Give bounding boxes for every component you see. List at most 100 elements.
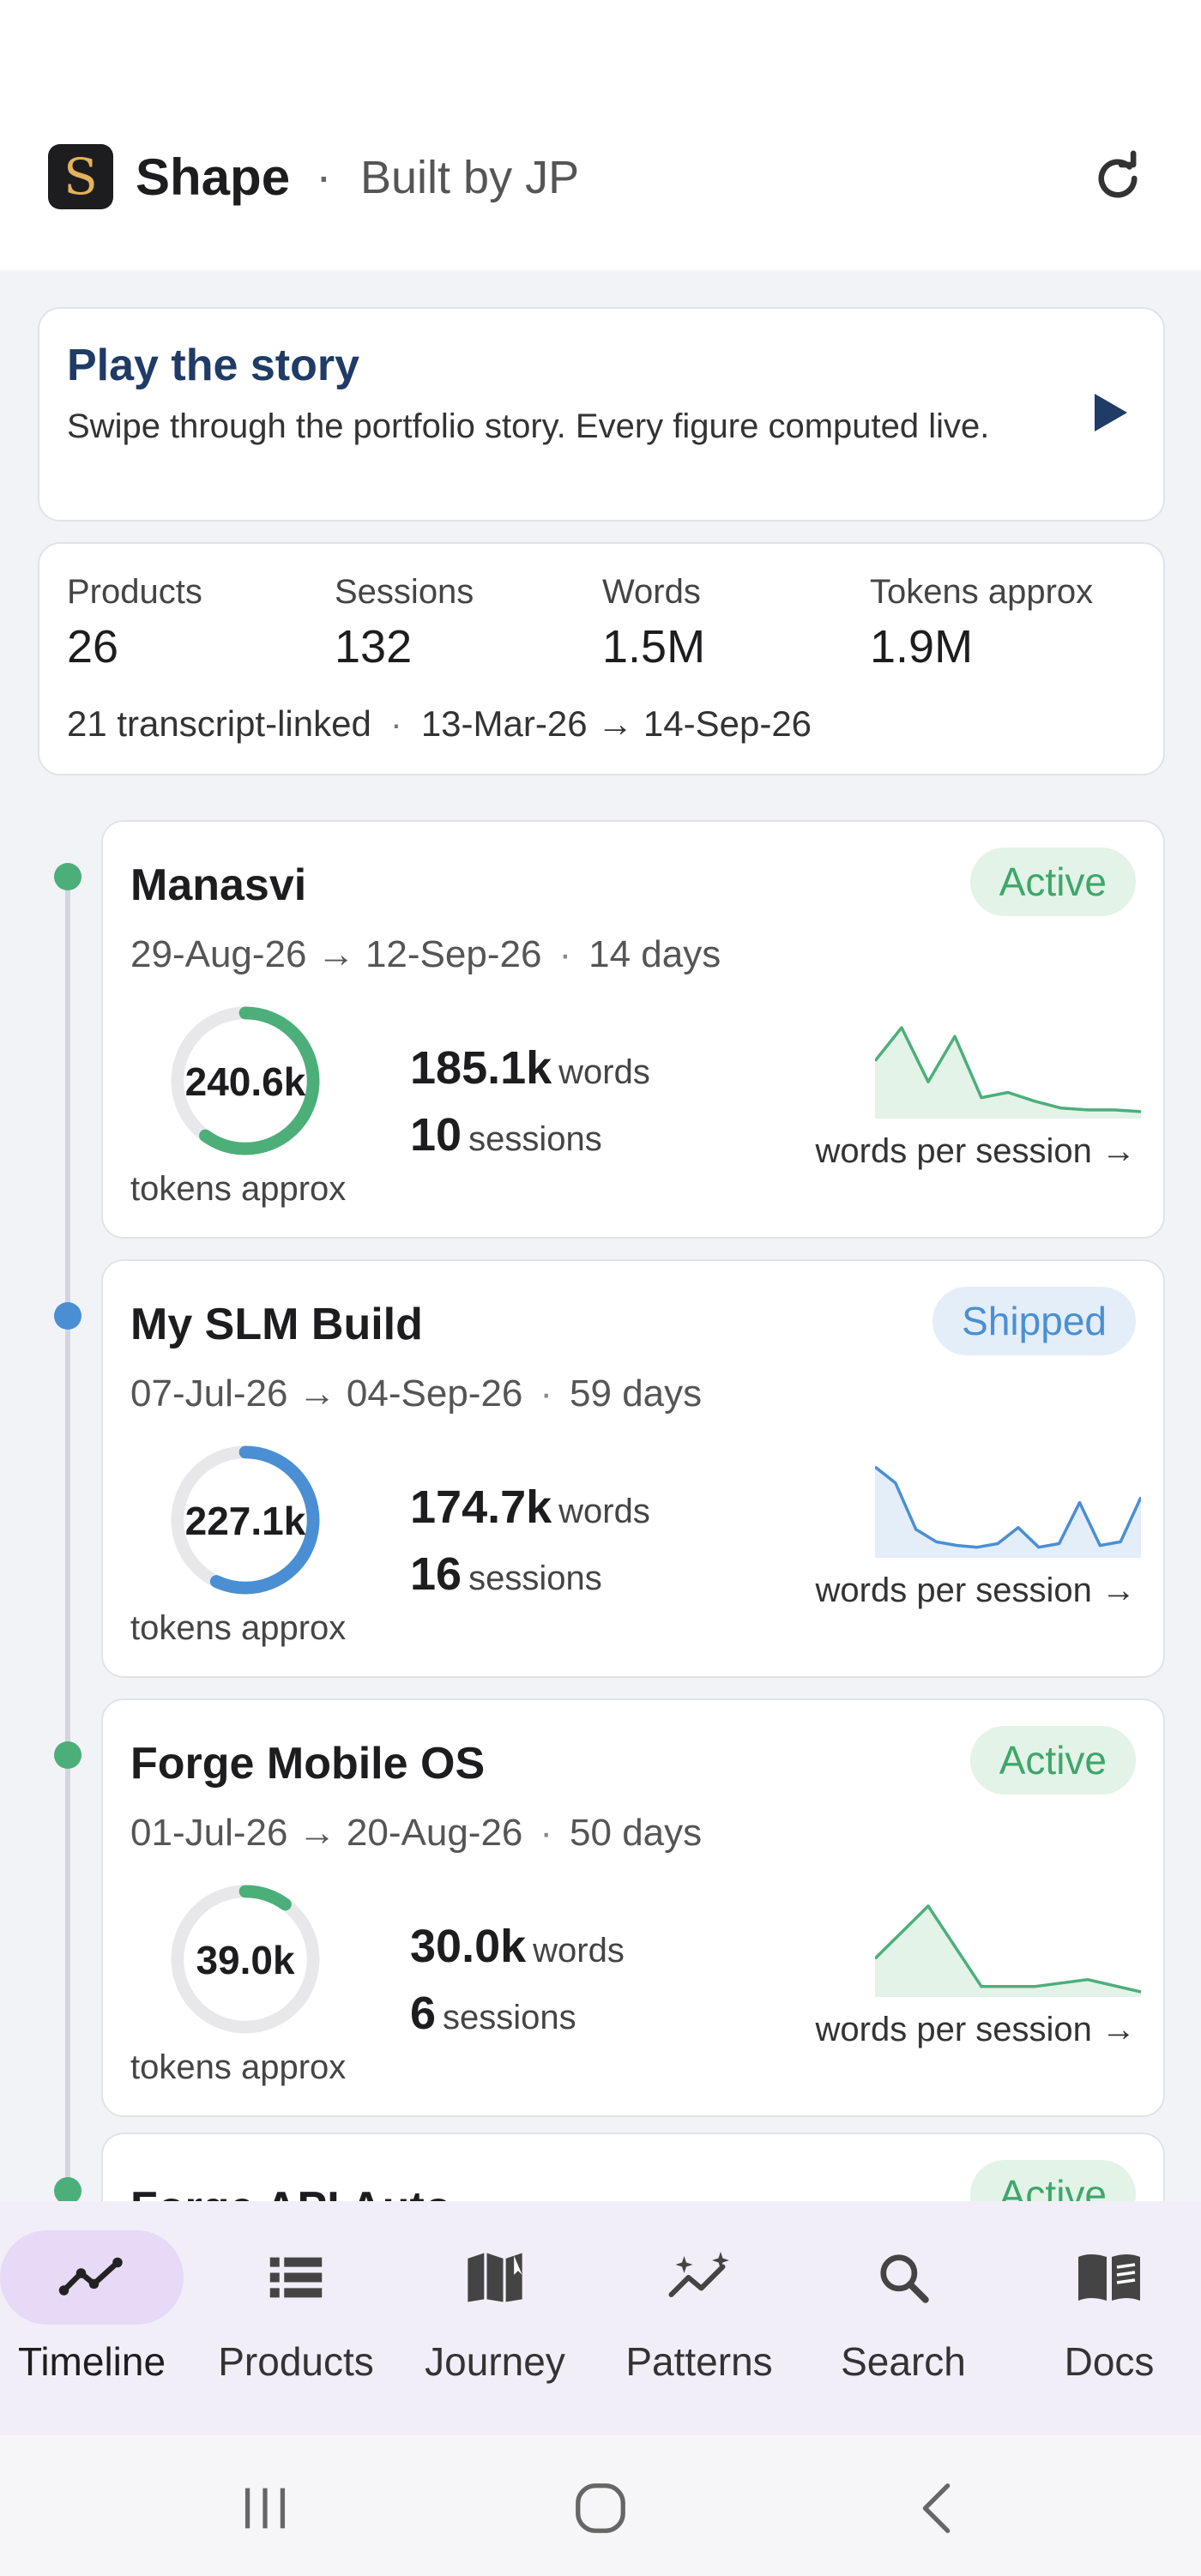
words-unit: words <box>558 1493 650 1530</box>
timeline-line <box>65 877 70 2203</box>
back-icon[interactable] <box>908 2478 968 2538</box>
app-bar: S Shape · Built by JP <box>0 0 1201 270</box>
stat-sessions-label: Sessions <box>335 573 474 611</box>
sessions-value: 6 <box>410 1988 437 2039</box>
title-separator: · <box>316 148 332 202</box>
sessions-unit: sessions <box>468 1559 602 1597</box>
sessions-metric: 6 sessions <box>410 1987 576 2040</box>
book-icon <box>1078 2254 1140 2301</box>
timeline-dot <box>54 1302 81 1330</box>
stat-products-value: 26 <box>67 621 119 673</box>
nav-journey[interactable]: Journey <box>403 2230 587 2402</box>
nav-docs-label: Docs <box>1064 2339 1155 2384</box>
trend-line-icon <box>58 2257 123 2295</box>
sessions-metric: 16 sessions <box>410 1547 602 1601</box>
sparkline-area <box>875 1028 1141 1119</box>
nav-timeline[interactable]: Timeline <box>0 2230 184 2402</box>
transcript-linked-count: 21 transcript-linked <box>67 703 371 744</box>
date-separator: · <box>540 1812 553 1854</box>
nav-docs[interactable]: Docs <box>1017 2230 1201 2402</box>
stat-sessions-value: 132 <box>335 621 413 673</box>
story-description: Swipe through the portfolio story. Every… <box>67 407 990 445</box>
words-value: 185.1k <box>410 1042 552 1094</box>
project-title: Manasvi <box>130 860 307 910</box>
stat-products-label: Products <box>67 573 202 611</box>
footer-separator: · <box>389 703 402 744</box>
project-dates: 07-Jul-26 → 04-Sep-26 · 59 days <box>130 1372 702 1415</box>
date-separator: · <box>540 1372 553 1415</box>
project-card[interactable]: My SLM Build Shipped 07-Jul-26 → 04-Sep-26… <box>101 1259 1165 1678</box>
nav-products-label: Products <box>218 2339 374 2384</box>
overall-date-range: 13-Mar-26 → 14-Sep-26 <box>420 703 812 744</box>
stat-tokens: Tokens approx 1.9M <box>870 573 1093 673</box>
stats-footer: 21 transcript-linked · 13-Mar-26 → 14-Sep-… <box>67 703 812 745</box>
stat-sessions: Sessions 132 <box>335 573 474 673</box>
words-metric: 185.1k words <box>410 1041 650 1095</box>
tokens-label: tokens approx <box>130 2048 347 2086</box>
nav-products-pill <box>204 2230 388 2325</box>
recents-icon[interactable] <box>235 2478 295 2538</box>
nav-search[interactable]: Search <box>812 2230 995 2402</box>
stat-words-value: 1.5M <box>602 621 706 673</box>
stat-products: Products 26 <box>67 573 202 673</box>
project-card[interactable]: Forge Mobile OS Active 01-Jul-26 → 20-Aug-… <box>101 1698 1165 2117</box>
date-arrow: → <box>298 1812 336 1854</box>
sparkle-trend-icon <box>668 2252 729 2297</box>
nav-patterns[interactable]: Patterns <box>607 2230 791 2402</box>
play-story-card[interactable]: Play the story Swipe through the portfol… <box>38 307 1165 522</box>
status-badge: Active <box>969 848 1136 916</box>
date-separator: · <box>558 933 572 975</box>
stat-tokens-value: 1.9M <box>870 621 974 673</box>
words-metric: 174.7k words <box>410 1481 650 1534</box>
nav-docs-pill <box>1017 2230 1201 2325</box>
project-dates: 29-Aug-26 → 12-Sep-26 · 14 days <box>130 933 721 976</box>
project-title: Forge Mobile OS <box>130 1739 486 1789</box>
system-navigation-bar <box>0 2435 1201 2576</box>
start-date: 01-Jul-26 <box>130 1812 288 1854</box>
project-card[interactable]: Manasvi Active 29-Aug-26 → 12-Sep-26 · 14 da… <box>101 820 1165 1239</box>
words-unit: words <box>533 1932 625 1970</box>
sessions-metric: 10 sessions <box>410 1108 602 1161</box>
tokens-value: 227.1k <box>184 1499 306 1543</box>
project-title: My SLM Build <box>130 1300 423 1349</box>
words-per-session-sparkline[interactable] <box>875 1903 1141 1997</box>
refresh-icon[interactable] <box>1089 150 1146 207</box>
date-arrow: → <box>298 1372 336 1415</box>
date-arrow: → <box>317 933 355 975</box>
search-icon <box>880 2254 929 2303</box>
status-badge: Active <box>969 1726 1136 1795</box>
app-logo: S <box>48 144 113 209</box>
end-date: 04-Sep-26 <box>346 1372 523 1415</box>
nav-search-label: Search <box>841 2339 966 2384</box>
end-date: 12-Sep-26 <box>365 933 542 975</box>
words-metric: 30.0k words <box>410 1920 625 1973</box>
app-logo-letter: S <box>63 148 98 206</box>
start-date: 07-Jul-26 <box>130 1372 288 1415</box>
start-date: 29-Aug-26 <box>130 933 307 975</box>
duration: 50 days <box>570 1812 703 1854</box>
stat-words-label: Words <box>602 573 701 611</box>
tokens-label: tokens approx <box>130 1170 347 1208</box>
nav-products[interactable]: Products <box>204 2230 388 2402</box>
stat-words: Words 1.5M <box>602 573 705 673</box>
bottom-navigation: Timeline Products Journey Patterns Searc… <box>0 2201 1201 2435</box>
nav-timeline-label: Timeline <box>17 2339 166 2384</box>
status-badge: Shipped <box>932 1287 1136 1355</box>
words-per-session-sparkline[interactable] <box>875 1463 1141 1558</box>
sessions-value: 10 <box>410 1109 462 1161</box>
sparkline-link[interactable]: words per session → <box>816 1572 1136 1610</box>
tokens-value: 240.6k <box>184 1059 306 1104</box>
sparkline-link[interactable]: words per session → <box>816 2011 1136 2049</box>
story-title: Play the story <box>67 341 360 390</box>
play-icon[interactable] <box>1089 391 1131 434</box>
end-date: 20-Aug-26 <box>346 1812 523 1854</box>
home-icon[interactable] <box>570 2478 631 2538</box>
sparkline-link[interactable]: words per session → <box>816 1132 1136 1171</box>
list-icon <box>269 2257 323 2298</box>
nav-patterns-pill <box>607 2230 791 2325</box>
sessions-value: 16 <box>410 1548 462 1600</box>
words-per-session-sparkline[interactable] <box>875 1024 1141 1119</box>
timeline-dot <box>54 863 81 890</box>
words-value: 30.0k <box>410 1921 527 1972</box>
duration: 14 days <box>588 933 721 975</box>
